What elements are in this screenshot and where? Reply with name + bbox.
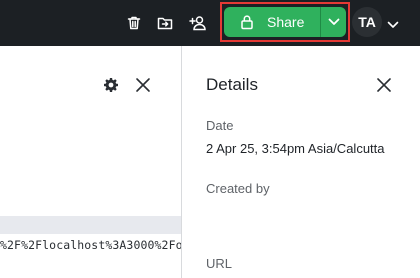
share-button[interactable]: Share xyxy=(224,7,320,37)
close-icon[interactable] xyxy=(134,76,152,99)
date-value: 2 Apr 25, 3:54pm Asia/Calcutta xyxy=(206,141,385,156)
url-label: URL xyxy=(206,256,233,271)
trash-icon[interactable] xyxy=(124,13,144,33)
url-snippet: %2F%2Flocalhost%3A3000%2Fo xyxy=(0,238,181,252)
left-panel: %2F%2Flocalhost%3A3000%2Fo xyxy=(0,46,181,278)
share-button-label: Share xyxy=(267,14,305,30)
gear-icon[interactable] xyxy=(103,77,119,98)
chevron-down-icon xyxy=(328,18,339,25)
created-by-label: Created by xyxy=(206,181,270,196)
url-row-highlight xyxy=(0,216,181,234)
account-menu-chevron-icon[interactable] xyxy=(387,16,399,34)
top-toolbar: Share TA xyxy=(0,0,420,46)
move-to-folder-icon[interactable] xyxy=(155,13,175,33)
date-label: Date xyxy=(206,118,234,133)
lock-icon xyxy=(240,14,254,33)
avatar[interactable]: TA xyxy=(352,7,382,37)
share-options-button[interactable] xyxy=(321,7,346,37)
panel-divider[interactable] xyxy=(181,46,182,278)
close-icon[interactable] xyxy=(375,76,393,99)
details-title: Details xyxy=(206,75,258,94)
add-user-icon[interactable] xyxy=(188,13,208,33)
